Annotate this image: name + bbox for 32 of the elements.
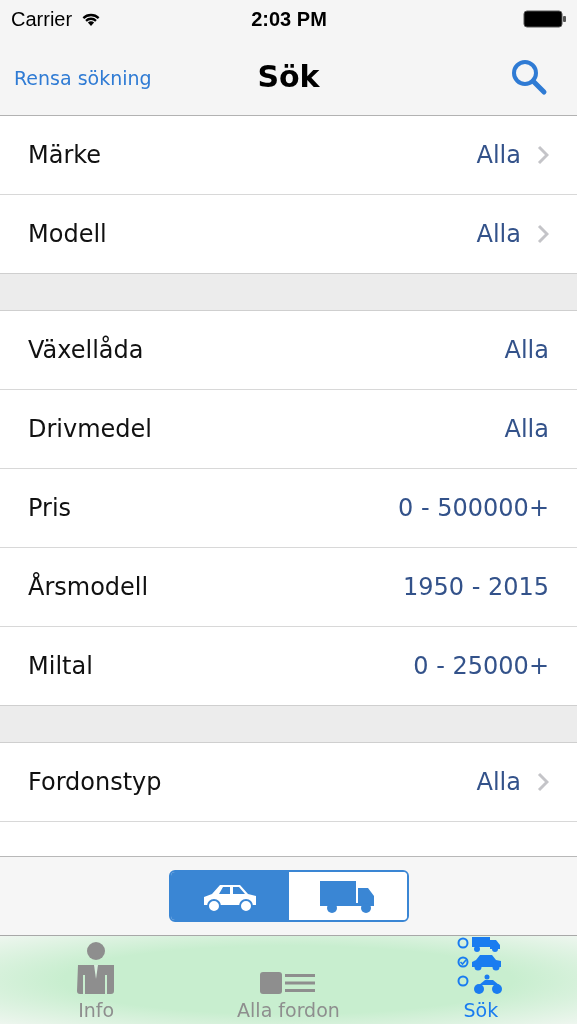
- list-icon: [259, 971, 318, 995]
- filter-label: Växellåda: [28, 336, 145, 364]
- screen-title: Sök: [256, 59, 321, 94]
- filter-value: Alla: [504, 336, 549, 364]
- status-time: 2:03 PM: [251, 7, 327, 31]
- filter-label: Drivmedel: [28, 415, 154, 443]
- battery-icon: [523, 10, 567, 28]
- filter-label: Årsmodell: [28, 573, 150, 601]
- filter-row[interactable]: Drivmedel Alla: [0, 390, 577, 469]
- filter-label: Miltal: [28, 652, 94, 680]
- filter-row[interactable]: Växellåda Alla: [0, 311, 577, 390]
- filter-row[interactable]: Märke Alla: [0, 116, 577, 195]
- filter-label: Märke: [28, 141, 103, 169]
- filter-value: 0 - 25000+: [413, 652, 549, 680]
- filter-value: Alla: [476, 220, 521, 248]
- filter-row[interactable]: Modell Alla: [0, 195, 577, 273]
- vehicle-type-segmented-control[interactable]: [168, 870, 409, 922]
- carrier-name: Carrier: [11, 7, 73, 31]
- clear-search-button[interactable]: Rensa sökning: [14, 66, 152, 89]
- filter-row[interactable]: Fordonstyp Alla: [0, 743, 577, 822]
- filter-label: Modell: [28, 220, 108, 248]
- filter-value: Alla: [476, 141, 521, 169]
- filter-row[interactable]: Årsmodell 1950 - 2015: [0, 548, 577, 627]
- filter-value: 0 - 500000+: [398, 494, 549, 522]
- filter-label: Fordonstyp: [28, 768, 163, 796]
- filter-label: Pris: [28, 494, 73, 522]
- filter-value: Alla: [476, 768, 521, 796]
- filter-row[interactable]: Pris 0 - 500000+: [0, 469, 577, 548]
- vehicle-checklist-icon: [456, 937, 505, 995]
- filter-value: Alla: [504, 415, 549, 443]
- filter-value: 1950 - 2015: [402, 573, 549, 601]
- filter-row[interactable]: Miltal 0 - 25000+: [0, 627, 577, 705]
